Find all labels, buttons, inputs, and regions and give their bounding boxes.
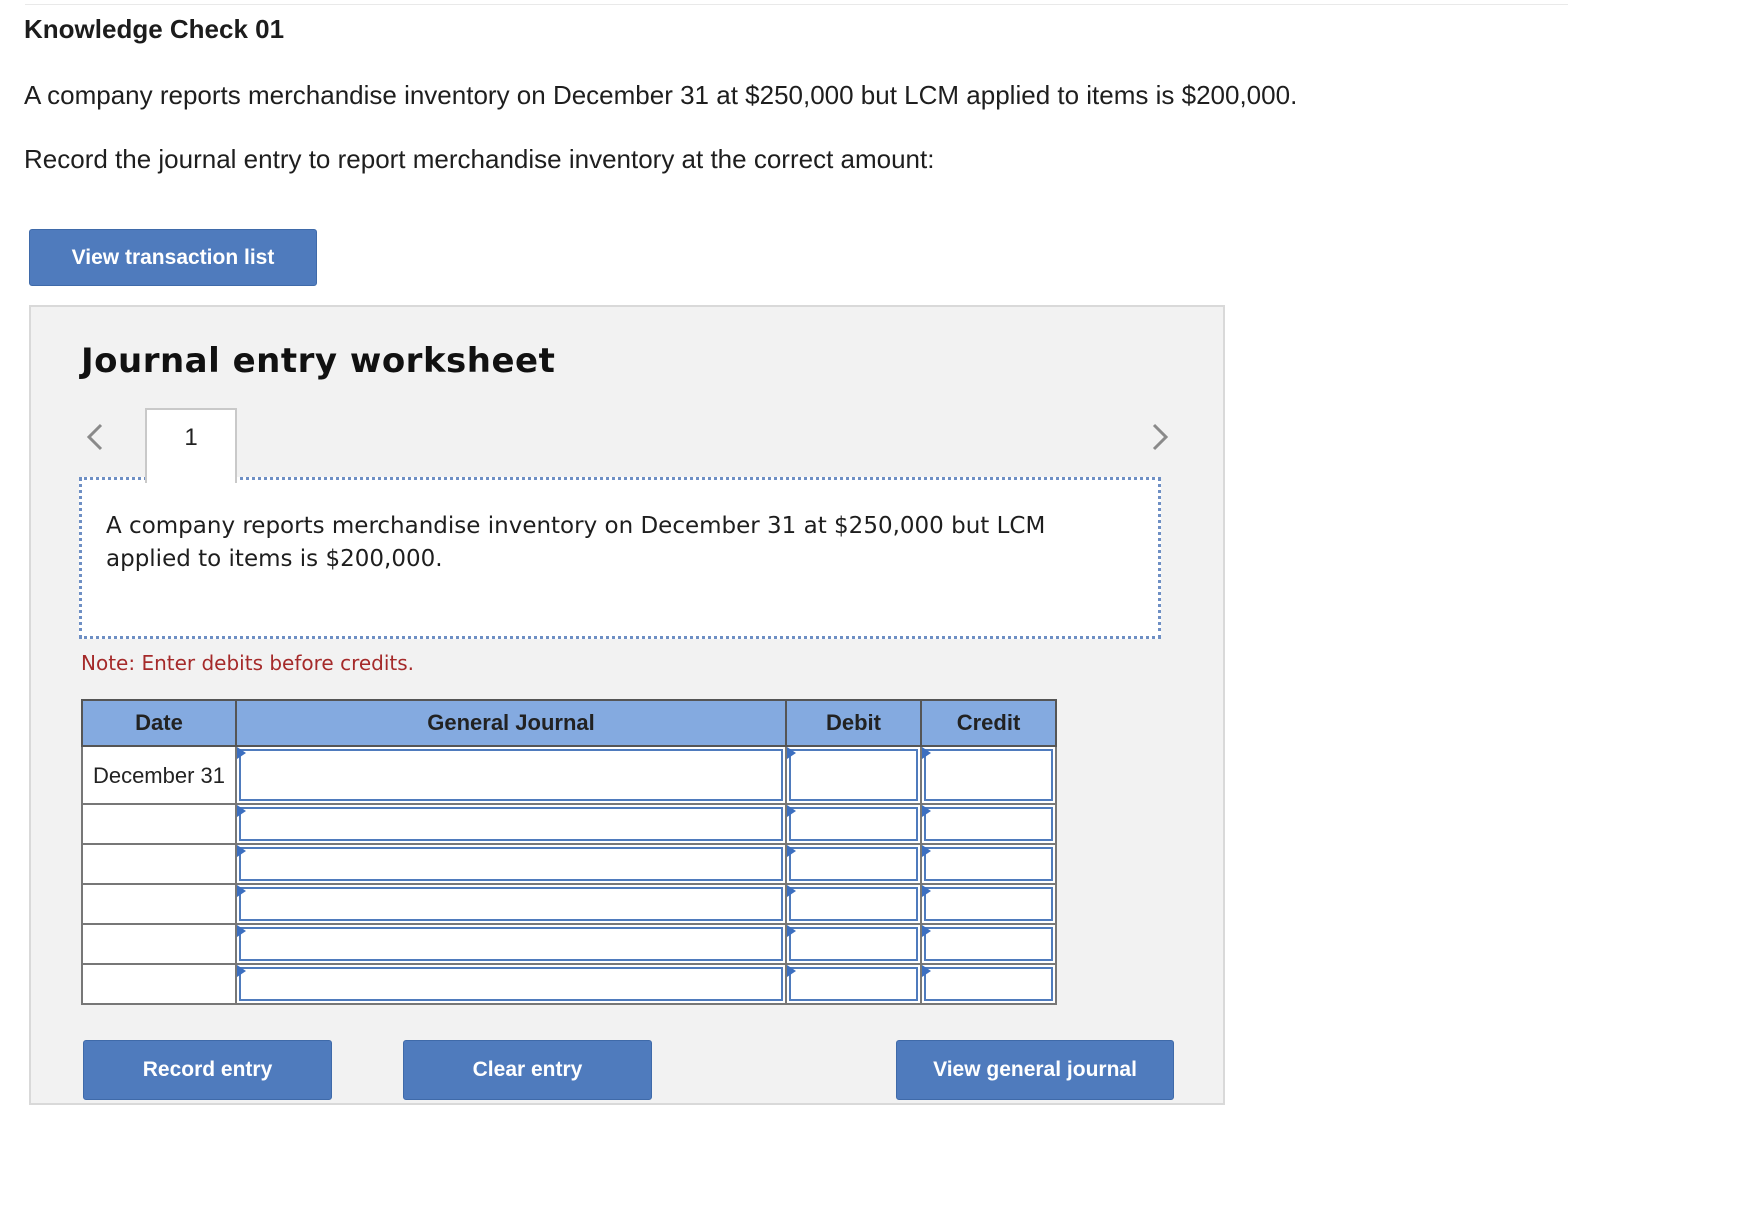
credit-input[interactable]: [924, 847, 1053, 881]
table-row: [81, 803, 1057, 845]
credit-input[interactable]: [924, 807, 1053, 841]
credit-input[interactable]: [924, 749, 1053, 801]
view-general-journal-button[interactable]: View general journal: [896, 1040, 1174, 1100]
account-input[interactable]: [239, 887, 783, 921]
column-header-debit: Debit: [785, 699, 922, 747]
instruction-text: Record the journal entry to report merch…: [24, 144, 935, 174]
top-divider: [25, 4, 1568, 5]
table-row: [81, 963, 1057, 1005]
journal-table: Date General Journal Debit Credit Decemb…: [81, 699, 1057, 1005]
account-input[interactable]: [239, 927, 783, 961]
record-entry-button[interactable]: Record entry: [83, 1040, 332, 1100]
account-input[interactable]: [239, 749, 783, 801]
worksheet-title: Journal entry worksheet: [81, 341, 556, 381]
credit-input[interactable]: [924, 927, 1053, 961]
date-cell: [81, 923, 237, 965]
account-input[interactable]: [239, 807, 783, 841]
account-cell: [235, 883, 787, 925]
column-header-general-journal: General Journal: [235, 699, 787, 747]
credit-cell: [920, 803, 1057, 845]
previous-entry-button[interactable]: [81, 417, 111, 457]
account-cell: [235, 803, 787, 845]
credit-input[interactable]: [924, 967, 1053, 1001]
table-row: [81, 843, 1057, 885]
entry-note: Note: Enter debits before credits.: [81, 651, 415, 675]
credit-cell: [920, 843, 1057, 885]
question-text: A company reports merchandise inventory …: [24, 80, 1298, 110]
account-cell: [235, 963, 787, 1005]
page-title: Knowledge Check 01: [24, 14, 285, 44]
date-cell: [81, 963, 237, 1005]
table-header-row: Date General Journal Debit Credit: [81, 699, 1057, 747]
credit-cell: [920, 923, 1057, 965]
debit-input[interactable]: [789, 847, 918, 881]
account-cell: [235, 923, 787, 965]
account-input[interactable]: [239, 847, 783, 881]
journal-entry-worksheet: Journal entry worksheet 1 A company repo…: [29, 305, 1225, 1105]
chevron-left-icon: [86, 423, 103, 451]
debit-input[interactable]: [789, 749, 918, 801]
date-cell: [81, 883, 237, 925]
debit-input[interactable]: [789, 807, 918, 841]
debit-input[interactable]: [789, 927, 918, 961]
next-entry-button[interactable]: [1144, 417, 1174, 457]
date-cell: December 31: [81, 745, 237, 805]
debit-cell: [785, 745, 922, 805]
debit-cell: [785, 923, 922, 965]
date-cell: [81, 803, 237, 845]
debit-cell: [785, 963, 922, 1005]
debit-cell: [785, 843, 922, 885]
credit-cell: [920, 883, 1057, 925]
column-header-date: Date: [81, 699, 237, 747]
debit-cell: [785, 883, 922, 925]
account-cell: [235, 843, 787, 885]
transaction-description-box: A company reports merchandise inventory …: [79, 477, 1161, 639]
account-input[interactable]: [239, 967, 783, 1001]
date-cell: [81, 843, 237, 885]
column-header-credit: Credit: [920, 699, 1057, 747]
account-cell: [235, 745, 787, 805]
transaction-description: A company reports merchandise inventory …: [106, 513, 1046, 572]
table-row: [81, 883, 1057, 925]
credit-cell: [920, 745, 1057, 805]
view-transaction-list-button[interactable]: View transaction list: [29, 229, 317, 286]
table-row: December 31: [81, 745, 1057, 805]
debit-input[interactable]: [789, 887, 918, 921]
tab-entry-1[interactable]: 1: [145, 408, 237, 483]
debit-input[interactable]: [789, 967, 918, 1001]
debit-cell: [785, 803, 922, 845]
clear-entry-button[interactable]: Clear entry: [403, 1040, 652, 1100]
credit-cell: [920, 963, 1057, 1005]
table-row: [81, 923, 1057, 965]
chevron-right-icon: [1152, 423, 1169, 451]
credit-input[interactable]: [924, 887, 1053, 921]
